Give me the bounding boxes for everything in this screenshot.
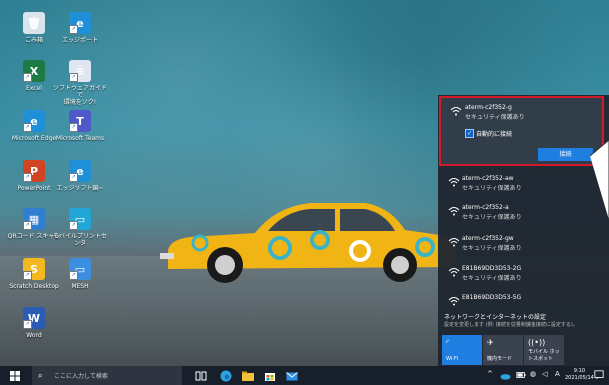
teams-icon: T ↗ <box>69 110 91 132</box>
network-item[interactable]: aterm-c2f352-a セキュリティ保護あり <box>438 199 609 229</box>
desktop-icon[interactable]: e ↗ エッジポート <box>52 12 108 44</box>
desktop-icon-label: Word <box>26 332 42 339</box>
clock-date: 2021/05/14 <box>565 375 594 381</box>
network-ssid: aterm-c2f352-aw <box>462 175 514 182</box>
desktop-icon[interactable]: ▭ ↗ モバイルプリントセンタ <box>52 208 108 247</box>
edge-icon: e ↗ <box>69 12 91 34</box>
network-ssid: E81B69DD3D53-5G <box>462 294 522 301</box>
word-icon: W ↗ <box>23 307 45 329</box>
excel-icon: X ↗ <box>23 60 45 82</box>
network-item[interactable]: aterm-c2f352-aw セキュリティ保護あり <box>438 170 609 200</box>
network-ssid: aterm-c2f352-gw <box>462 235 514 242</box>
hotspot-icon: ((•)) <box>528 338 546 347</box>
scratch-icon: S ↗ <box>23 258 45 280</box>
shortcut-arrow-icon: ↗ <box>23 173 32 182</box>
shortcut-arrow-icon: ↗ <box>69 123 78 132</box>
airplane-icon: ✈ <box>487 338 494 347</box>
network-settings-description: 設定を変更します (例: 接続を従量制課金接続に設定する)。 <box>444 322 578 328</box>
powerpoint-icon: P ↗ <box>23 160 45 182</box>
quick-tile-label: モバイル ホットスポット <box>528 349 560 362</box>
shortcut-arrow-icon: ↗ <box>69 221 78 230</box>
network-security: セキュリティ保護あり <box>462 214 522 221</box>
quick-tile[interactable]: ✈ 機内モード <box>483 335 523 365</box>
volume-icon[interactable]: ◁ <box>542 370 547 378</box>
desktop-icon[interactable]: W ↗ Word <box>6 307 62 339</box>
network-security: セキュリティ保護あり <box>465 114 525 121</box>
desktop-icon-label: モバイルプリントセンタ <box>52 233 107 247</box>
task-view-icon[interactable] <box>195 370 207 382</box>
shortcut-arrow-icon: ↗ <box>23 123 32 132</box>
desktop-icon[interactable]: ▭ ↗ MESH <box>52 258 108 290</box>
edge-icon: e ↗ <box>69 160 91 182</box>
shortcut-arrow-icon: ↗ <box>69 173 78 182</box>
clock-time: 9:10 <box>573 368 586 374</box>
desktop-icon[interactable]: e ↗ エッジリフト編~ <box>52 160 108 192</box>
shortcut-arrow-icon: ↗ <box>23 320 32 329</box>
mesh-icon: ▭ ↗ <box>69 258 91 280</box>
show-hidden-icons-icon[interactable]: ^ <box>487 370 493 378</box>
store-icon[interactable] <box>264 370 276 382</box>
connect-button[interactable]: 接続 <box>538 148 593 161</box>
wifi-icon: ◜ <box>446 338 450 347</box>
quick-tile[interactable]: ◜ Wi-Fi <box>442 335 482 365</box>
network-item[interactable]: E81B69DD3D53-2G セキュリティ保護あり <box>438 260 609 290</box>
software-guide-icon: ≡ ↗ <box>69 60 91 82</box>
edge-icon: e ↗ <box>23 110 45 132</box>
desktop-icon-label: ソフトウェアガイドで 環境をソク! <box>52 85 107 106</box>
mail-icon[interactable] <box>286 370 298 382</box>
search-icon: ⌕ <box>38 371 43 380</box>
shortcut-arrow-icon: ↗ <box>23 73 32 82</box>
network-settings-link[interactable]: ネットワークとインターネットの設定 <box>444 312 546 321</box>
recycle-bin-icon: 🗑 <box>23 12 45 34</box>
wifi-icon <box>448 297 460 306</box>
battery-icon[interactable] <box>516 370 526 380</box>
selected-network[interactable]: aterm-c2f352-g セキュリティ保護あり ✓ 自動的に接続 接続 <box>439 96 604 166</box>
network-item[interactable]: aterm-c2f352-gw セキュリティ保護あり <box>438 230 609 260</box>
clock[interactable]: 9:10 2021/05/14 <box>565 368 594 382</box>
desktop-icon[interactable]: ≡ ↗ ソフトウェアガイドで 環境をソク! <box>52 60 108 106</box>
network-ssid: E81B69DD3D53-2G <box>462 265 522 272</box>
desktop-icon[interactable]: T ↗ Microsoft Teams <box>52 110 108 142</box>
wifi-icon <box>448 268 460 277</box>
desktop-icon-label: エッジポート <box>61 37 98 44</box>
mobile-print-icon: ▭ ↗ <box>69 208 91 230</box>
quick-tile-label: Wi-Fi <box>446 356 458 362</box>
qr-scan-icon: ▦ ↗ <box>23 208 45 230</box>
wifi-icon <box>450 107 462 116</box>
shortcut-arrow-icon: ↗ <box>69 25 78 34</box>
yellow-car-image <box>160 203 457 283</box>
ime-indicator[interactable]: A <box>555 370 560 378</box>
shortcut-arrow-icon: ↗ <box>23 271 32 280</box>
network-ssid: aterm-c2f352-g <box>465 104 512 111</box>
wifi-icon <box>448 207 460 216</box>
wifi-icon <box>448 238 460 247</box>
search-placeholder: ここに入力して検索 <box>54 373 108 380</box>
quick-tile[interactable]: ((•)) モバイル ホットスポット <box>524 335 564 365</box>
taskbar-search-box[interactable]: ⌕ ここに入力して検索 <box>32 366 182 385</box>
callout-pointer <box>590 140 609 220</box>
desktop-icon-label: MESH <box>71 283 89 290</box>
shortcut-arrow-icon: ↗ <box>69 271 78 280</box>
network-tray-icon[interactable]: ◍ <box>530 370 536 378</box>
network-security: セキュリティ保護あり <box>462 185 522 192</box>
windows-start-icon[interactable] <box>10 371 20 381</box>
network-security: セキュリティ保護あり <box>462 275 522 282</box>
auto-connect-label: 自動的に接続 <box>476 131 513 138</box>
desktop-icon-label: エッジリフト編~ <box>56 185 104 192</box>
network-ssid: aterm-c2f352-a <box>462 204 509 211</box>
notification-center-icon[interactable] <box>594 370 604 380</box>
wifi-icon <box>448 178 460 187</box>
auto-connect-checkbox[interactable]: ✓ <box>465 129 474 138</box>
shortcut-arrow-icon: ↗ <box>69 73 78 82</box>
network-security: セキュリティ保護あり <box>462 245 522 252</box>
taskbar: ⌕ ここに入力して検索 ^ ◍ ◁ A 9:10 2021/05/14 <box>0 366 609 385</box>
quick-tile-label: 機内モード <box>487 356 513 362</box>
edge-taskbar-icon[interactable] <box>220 370 232 382</box>
onedrive-icon[interactable] <box>500 370 511 381</box>
desktop-icon-label: Microsoft Teams <box>55 135 105 142</box>
shortcut-arrow-icon: ↗ <box>23 221 32 230</box>
file-explorer-icon[interactable] <box>242 370 254 382</box>
